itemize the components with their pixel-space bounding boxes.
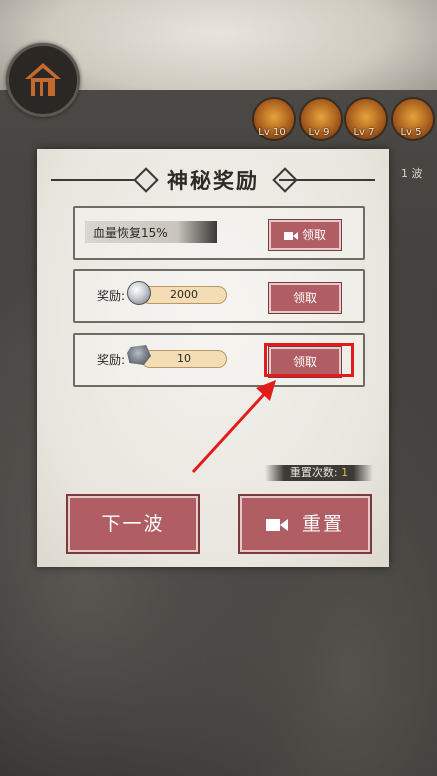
pointer-arrow-icon <box>191 380 276 474</box>
